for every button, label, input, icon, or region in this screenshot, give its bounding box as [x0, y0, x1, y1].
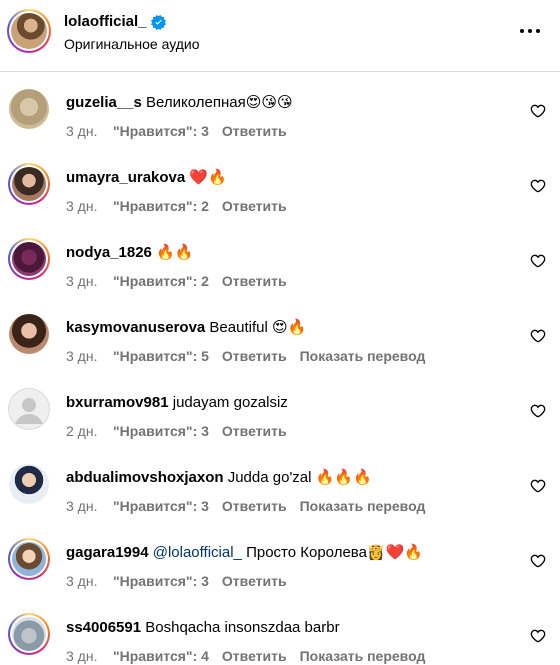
comment-item: kasymovanuserova Beautiful 😍🔥 3 дн. "Нра… [0, 297, 560, 372]
author-username[interactable]: lolaofficial_ [64, 13, 147, 31]
reply-button[interactable]: Ответить [222, 573, 287, 590]
comment-text: Judda go'zal 🔥🔥🔥 [227, 469, 372, 486]
comment-item: nodya_1826 🔥🔥 3 дн. "Нравится": 2 Ответи… [0, 222, 560, 297]
comment-text: 🔥🔥 [156, 244, 194, 261]
comment-meta: 3 дн. "Нравится": 3 Ответить [66, 123, 300, 140]
comment-mention[interactable]: @lolaofficial_ [153, 544, 242, 561]
comment-time[interactable]: 3 дн. [66, 648, 113, 665]
reply-button[interactable]: Ответить [222, 348, 287, 365]
comment-likes[interactable]: "Нравится": 3 [113, 423, 209, 440]
comment-text-row: gagara1994 @lolaofficial_ Просто Королев… [66, 543, 423, 563]
reply-button[interactable]: Ответить [222, 123, 287, 140]
heart-outline-icon[interactable] [530, 103, 546, 119]
reply-button[interactable]: Ответить [222, 423, 287, 440]
comment-time[interactable]: 3 дн. [66, 123, 113, 140]
comment-text: judayam gozalsiz [172, 394, 288, 411]
comment-username[interactable]: abdualimovshoxjaxon [66, 469, 224, 486]
author-avatar[interactable] [7, 9, 51, 53]
default-avatar-icon[interactable] [8, 388, 50, 430]
comment-text: Просто Королева👸❤️🔥 [246, 544, 423, 561]
comment-meta: 3 дн. "Нравится": 2 Ответить [66, 198, 300, 215]
translate-button[interactable]: Показать перевод [300, 648, 426, 665]
reply-button[interactable]: Ответить [222, 648, 287, 665]
reply-button[interactable]: Ответить [222, 198, 287, 215]
comment-item: ss4006591 Boshqacha insonszdaa barbr 3 д… [0, 597, 560, 665]
heart-outline-icon[interactable] [530, 328, 546, 344]
comment-likes[interactable]: "Нравится": 3 [113, 498, 209, 515]
comment-likes[interactable]: "Нравится": 3 [113, 123, 209, 140]
comment-likes[interactable]: "Нравится": 3 [113, 573, 209, 590]
comment-item: gagara1994 @lolaofficial_ Просто Королев… [0, 522, 560, 597]
comment-likes[interactable]: "Нравится": 4 [113, 648, 209, 665]
comment-item: abdualimovshoxjaxon Judda go'zal 🔥🔥🔥 3 д… [0, 447, 560, 522]
heart-outline-icon[interactable] [530, 403, 546, 419]
comment-text: Великолепная😍😘😘 [146, 94, 293, 111]
comment-meta: 3 дн. "Нравится": 4 Ответить Показать пе… [66, 648, 425, 665]
comment-text-row: bxurramov981 judayam gozalsiz [66, 393, 288, 413]
comment-text-row: abdualimovshoxjaxon Judda go'zal 🔥🔥🔥 [66, 468, 372, 488]
comment-likes[interactable]: "Нравится": 2 [113, 273, 209, 290]
comment-time[interactable]: 3 дн. [66, 198, 113, 215]
comment-meta: 3 дн. "Нравится": 2 Ответить [66, 273, 300, 290]
comment-text-row: kasymovanuserova Beautiful 😍🔥 [66, 318, 306, 338]
heart-outline-icon[interactable] [530, 178, 546, 194]
comment-item: bxurramov981 judayam gozalsiz 2 дн. "Нра… [0, 372, 560, 447]
comment-text-row: ss4006591 Boshqacha insonszdaa barbr [66, 618, 340, 638]
comment-item: guzelia__s Великолепная😍😘😘 3 дн. "Нравит… [0, 72, 560, 147]
commenter-avatar[interactable] [8, 163, 50, 205]
commenter-avatar[interactable] [8, 238, 50, 280]
verified-badge-icon [150, 14, 166, 30]
comment-username[interactable]: ss4006591 [66, 619, 141, 636]
comment-item: umayra_urakova ❤️🔥 3 дн. "Нравится": 2 О… [0, 147, 560, 222]
author-username-row[interactable]: lolaofficial_ [64, 13, 166, 31]
commenter-avatar[interactable] [8, 88, 50, 130]
comment-username[interactable]: guzelia__s [66, 94, 142, 111]
comment-username[interactable]: umayra_urakova [66, 169, 185, 186]
comment-time[interactable]: 3 дн. [66, 498, 113, 515]
comment-text-row: guzelia__s Великолепная😍😘😘 [66, 93, 293, 113]
translate-button[interactable]: Показать перевод [300, 348, 426, 365]
heart-outline-icon[interactable] [530, 253, 546, 269]
comment-meta: 3 дн. "Нравится": 3 Ответить Показать пе… [66, 498, 425, 515]
comment-text: Boshqacha insonszdaa barbr [145, 619, 340, 636]
comment-text-row: nodya_1826 🔥🔥 [66, 243, 193, 263]
translate-button[interactable]: Показать перевод [300, 498, 426, 515]
commenter-avatar[interactable] [8, 313, 50, 355]
commenter-avatar[interactable] [8, 613, 50, 655]
comment-meta: 2 дн. "Нравится": 3 Ответить [66, 423, 300, 440]
comment-text: ❤️🔥 [189, 169, 227, 186]
more-options-icon[interactable] [520, 26, 542, 36]
reply-button[interactable]: Ответить [222, 273, 287, 290]
heart-outline-icon[interactable] [530, 553, 546, 569]
audio-label[interactable]: Оригинальное аудио [64, 36, 200, 53]
reply-button[interactable]: Ответить [222, 498, 287, 515]
comment-username[interactable]: kasymovanuserova [66, 319, 205, 336]
comment-time[interactable]: 3 дн. [66, 573, 113, 590]
comment-time[interactable]: 3 дн. [66, 273, 113, 290]
post-header: lolaofficial_ Оригинальное аудио [0, 0, 560, 72]
comment-meta: 3 дн. "Нравится": 5 Ответить Показать пе… [66, 348, 425, 365]
comment-meta: 3 дн. "Нравится": 3 Ответить [66, 573, 300, 590]
comment-username[interactable]: bxurramov981 [66, 394, 169, 411]
comment-text: Beautiful 😍🔥 [209, 319, 307, 336]
commenter-avatar[interactable] [8, 463, 50, 505]
comment-likes[interactable]: "Нравится": 5 [113, 348, 209, 365]
comment-likes[interactable]: "Нравится": 2 [113, 198, 209, 215]
comment-username[interactable]: nodya_1826 [66, 244, 152, 261]
comment-text-row: umayra_urakova ❤️🔥 [66, 168, 227, 188]
commenter-avatar[interactable] [8, 538, 50, 580]
comment-time[interactable]: 2 дн. [66, 423, 113, 440]
comment-time[interactable]: 3 дн. [66, 348, 113, 365]
heart-outline-icon[interactable] [530, 478, 546, 494]
comment-username[interactable]: gagara1994 [66, 544, 149, 561]
heart-outline-icon[interactable] [530, 628, 546, 644]
